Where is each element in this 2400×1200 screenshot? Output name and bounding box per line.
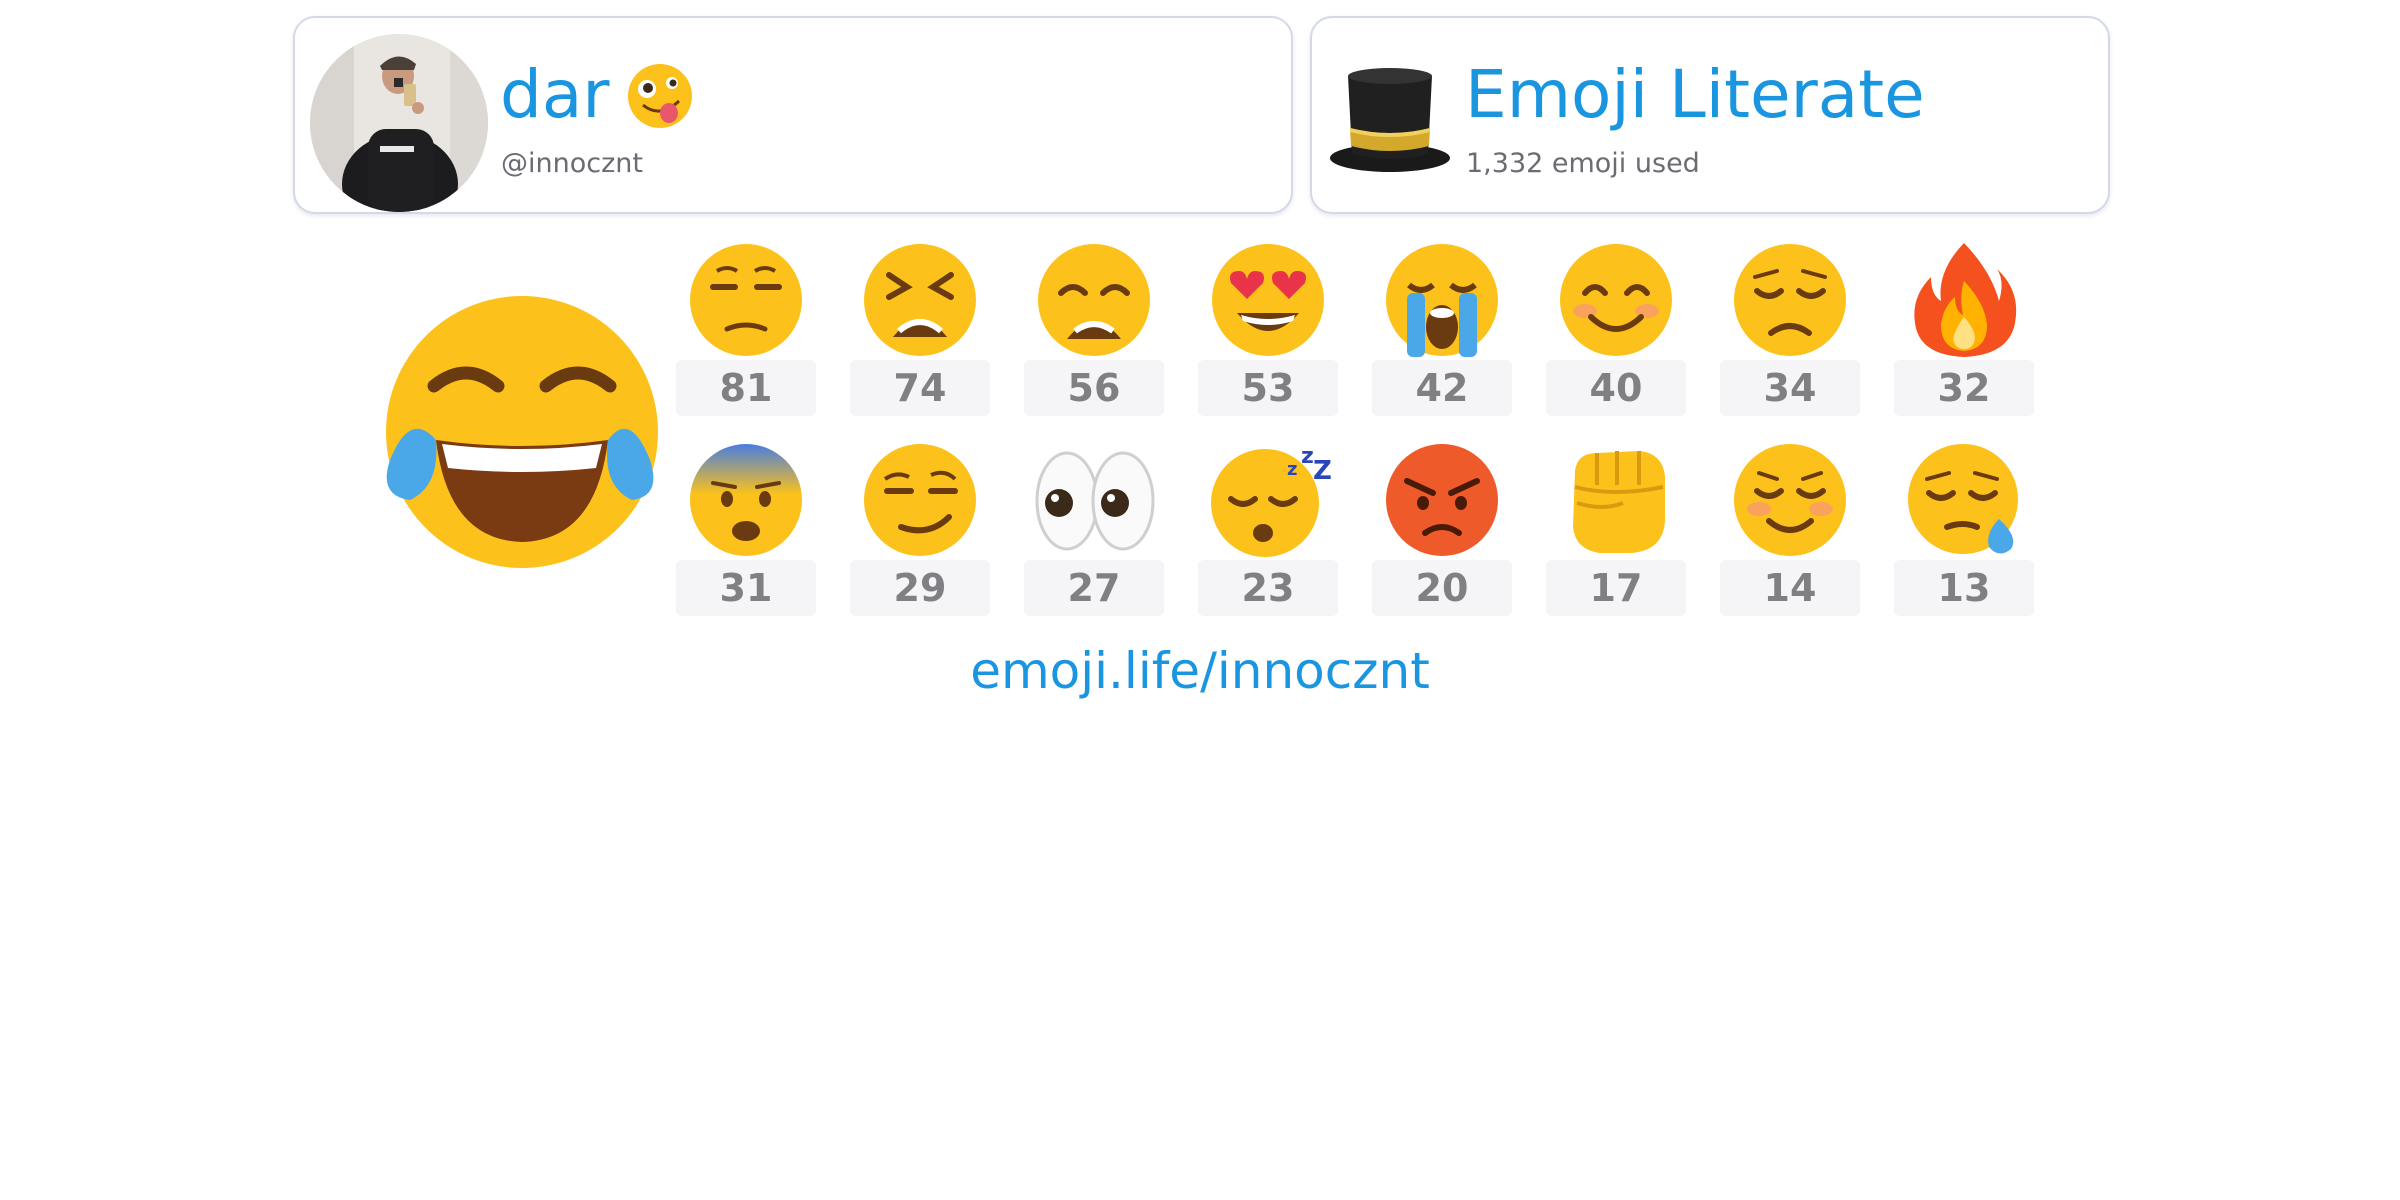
unamused-face-icon [683,241,809,359]
emoji-count: 42 [1372,360,1512,416]
loudly-crying-face-icon [1379,241,1505,359]
emoji-stat: 56 [1024,238,1164,428]
smiling-face-with-smiling-eyes-icon [1553,241,1679,359]
emoji-stat: 20 [1372,438,1512,628]
emoji-count: 40 [1546,360,1686,416]
emoji-stat: 34 [1720,238,1860,428]
anxious-face-with-sweat-icon [683,441,809,559]
emoji-count: 31 [676,560,816,616]
profile-card: dar @innocznt [293,16,1293,214]
emoji-count: 81 [676,360,816,416]
emoji-stat: 40 [1546,238,1686,428]
svg-text:Z: Z [1313,456,1331,486]
emoji-count: 13 [1894,560,2034,616]
sleepy-face-icon [1901,441,2027,559]
smirking-face-icon [857,441,983,559]
svg-text:z: z [1287,459,1297,480]
svg-text:z: z [1301,444,1314,469]
tired-face-icon [857,241,983,359]
emoji-stat: 14 [1720,438,1860,628]
top-hat-icon [1328,66,1452,174]
smiling-face-icon [1727,441,1853,559]
emoji-used-count: 1,332 emoji used [1466,148,1700,179]
avatar [310,34,488,212]
emoji-stat: 42 [1372,238,1512,428]
profile-handle: @innocznt [501,148,643,179]
emoji-stats-grid: 81 74 56 53 42 40 34 32 31 29 27 z z Z 2… [676,238,2036,618]
disappointed-face-icon [1727,241,1853,359]
oncoming-fist-icon [1553,441,1679,559]
emoji-count: 56 [1024,360,1164,416]
emoji-stat: 17 [1546,438,1686,628]
emoji-stats-page: dar @innocznt Emoji Literate 1,332 emoji [0,0,2400,1200]
emoji-stat: 29 [850,438,990,628]
emoji-stat: z z Z 23 [1198,438,1338,628]
emoji-stat: 81 [676,238,816,428]
emoji-count: 27 [1024,560,1164,616]
emoji-stat: 53 [1198,238,1338,428]
emoji-stat: 74 [850,238,990,428]
face-with-tears-of-joy-icon [370,290,670,580]
emoji-count: 23 [1198,560,1338,616]
emoji-stat: 13 [1894,438,2034,628]
profile-name: dar [500,56,610,133]
profile-link[interactable]: emoji.life/innocznt [0,642,2400,700]
eyes-icon [1031,441,1157,559]
emoji-count: 17 [1546,560,1686,616]
emoji-count: 14 [1720,560,1860,616]
emoji-stat: 31 [676,438,816,628]
emoji-count: 20 [1372,560,1512,616]
emoji-count: 29 [850,560,990,616]
emoji-count: 34 [1720,360,1860,416]
emoji-stat: 32 [1894,238,2034,428]
emoji-count: 53 [1198,360,1338,416]
emoji-count: 74 [850,360,990,416]
pouting-face-icon [1379,441,1505,559]
rank-card: Emoji Literate 1,332 emoji used [1310,16,2110,214]
heart-eyes-icon [1205,241,1331,359]
emoji-stat: 27 [1024,438,1164,628]
emoji-count: 32 [1894,360,2034,416]
sleeping-face-icon: z z Z [1205,441,1332,559]
fire-icon [1901,241,2027,359]
weary-face-icon [1031,241,1157,359]
zany-face-icon [625,61,695,131]
rank-title: Emoji Literate [1465,56,1925,133]
